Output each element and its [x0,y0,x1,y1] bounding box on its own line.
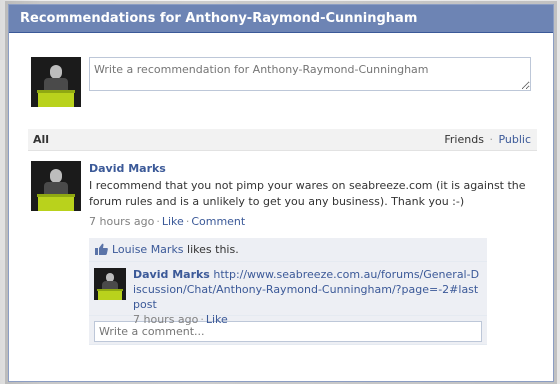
liker-name[interactable]: Louise Marks [112,243,184,256]
post-meta: 7 hours ago · Like · Comment [89,214,537,229]
thumbs-up-icon [95,243,108,255]
post-timestamp: 7 hours ago [89,215,155,228]
comment-link[interactable]: Comment [191,215,245,228]
author-avatar[interactable] [31,161,81,211]
filter-separator: · [489,133,493,146]
filter-friends[interactable]: Friends [444,133,484,146]
filter-bar: All Friends · Public [28,129,537,151]
recommendations-dialog: Recommendations for Anthony-Raymond-Cunn… [8,4,554,382]
filter-all[interactable]: All [33,129,49,151]
comment-like-link[interactable]: Like [206,313,228,326]
post-author-link[interactable]: David Marks [89,161,537,176]
like-link[interactable]: Like [162,215,184,228]
filter-public[interactable]: Public [498,133,531,146]
comment-timestamp: 7 hours ago [133,313,199,326]
post-text: I recommend that you not pimp your wares… [89,179,526,208]
feedback-box: Louise Marks likes this. David Marks htt… [89,238,487,345]
commenter-avatar[interactable] [94,268,126,300]
viewer-avatar[interactable] [31,57,81,107]
recommendation-input[interactable] [89,57,531,91]
filter-options: Friends · Public [444,129,531,151]
comment-meta-separator: · [200,313,204,326]
meta-separator: · [156,215,160,228]
comment-item: David Marks http://www.seabreeze.com.au/… [89,262,487,326]
comment-author-link[interactable]: David Marks [133,268,210,281]
likes-row: Louise Marks likes this. [89,238,487,262]
post-body: David Marks I recommend that you not pim… [89,161,537,229]
comment-meta: 7 hours ago · Like [133,312,481,327]
comment-body: David Marks http://www.seabreeze.com.au/… [133,267,481,327]
compose-recommendation [31,57,531,109]
dialog-title: Recommendations for Anthony-Raymond-Cunn… [9,5,553,33]
likes-suffix: likes this. [183,243,239,256]
